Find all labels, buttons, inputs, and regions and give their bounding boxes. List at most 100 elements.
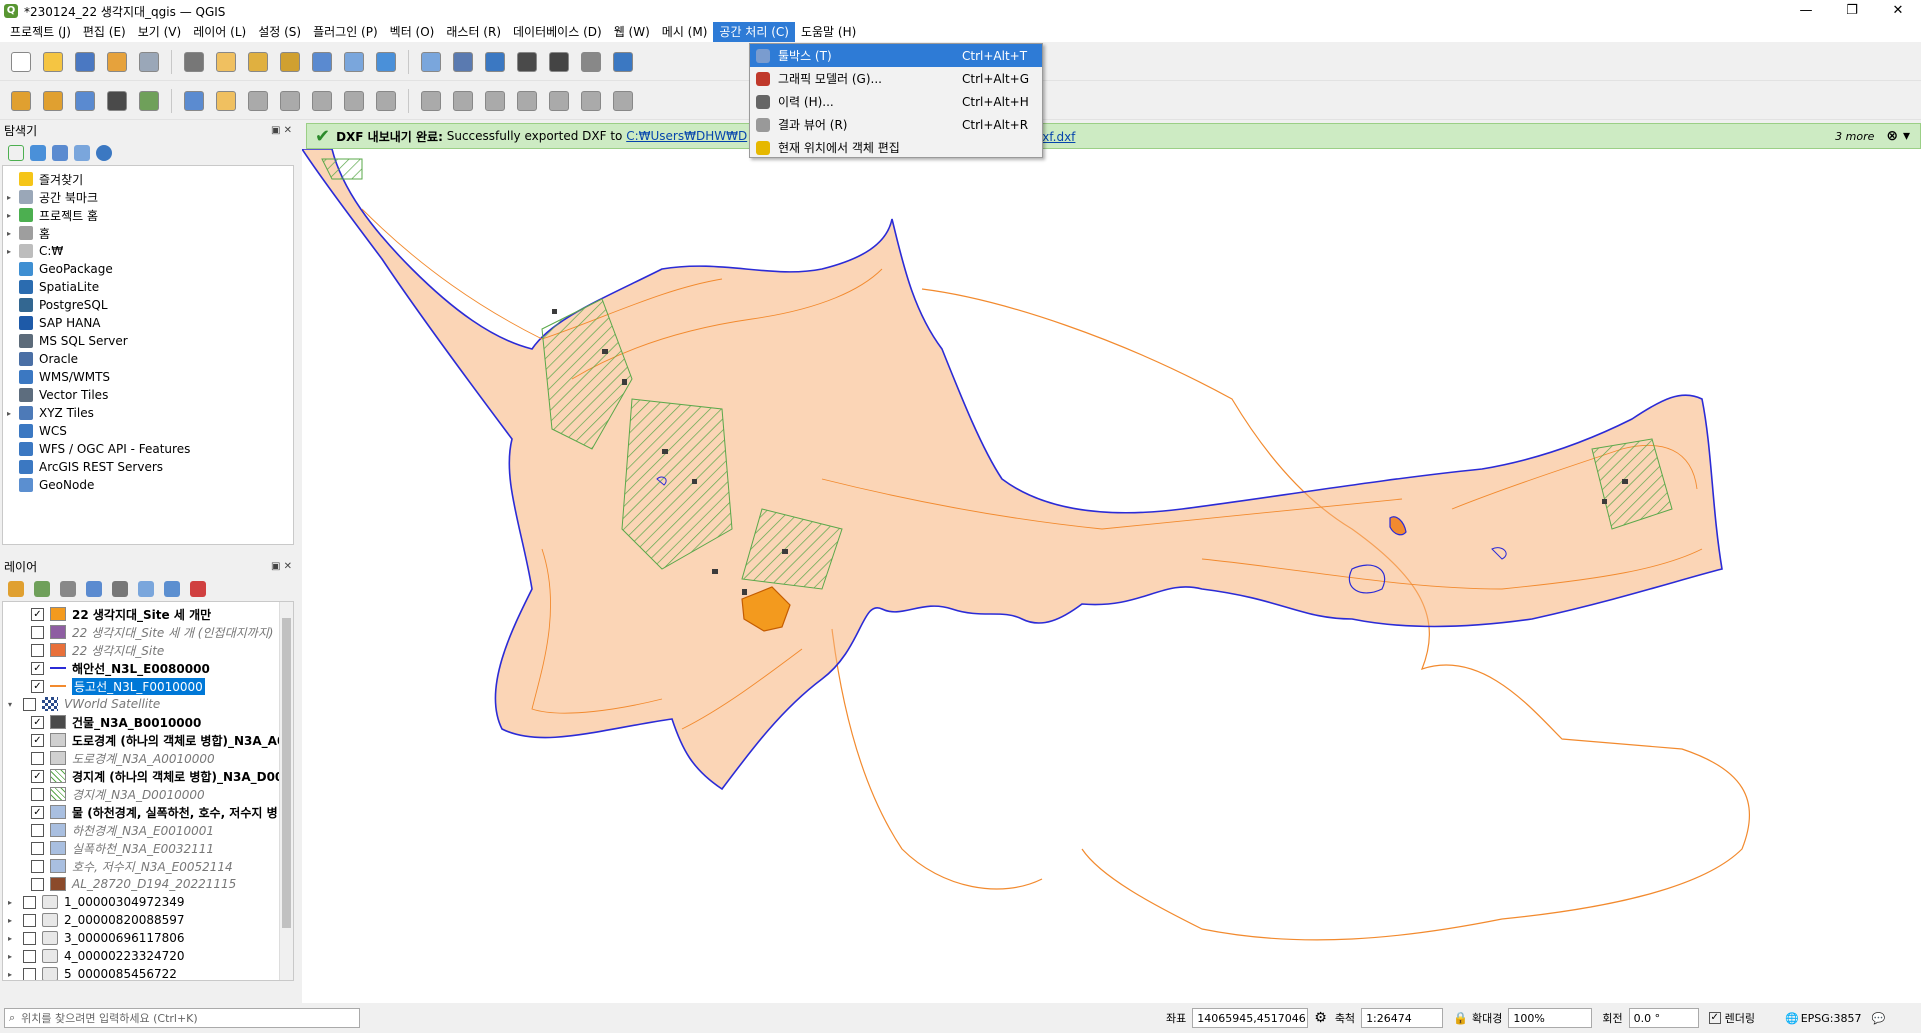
layer-visibility-checkbox[interactable] [23, 697, 36, 711]
browser-item[interactable]: ▸ C:₩ [3, 242, 293, 260]
layer-item[interactable]: 호수, 저수지_N3A_E0052114 [3, 857, 293, 875]
coord-field[interactable]: 14065945,4517046 [1192, 1008, 1309, 1028]
style-manager-icon[interactable] [181, 49, 207, 75]
undo-icon[interactable] [546, 88, 572, 114]
layer-visibility-checkbox[interactable] [31, 625, 44, 639]
layer-visibility-checkbox[interactable]: ✓ [31, 805, 44, 819]
layer-visibility-checkbox[interactable]: ✓ [31, 661, 44, 675]
add-csv-icon[interactable] [72, 88, 98, 114]
processing-menu-item[interactable]: 툴박스 (T) Ctrl+Alt+T [750, 44, 1042, 67]
info-icon[interactable] [96, 145, 112, 161]
edit-icon[interactable] [277, 88, 303, 114]
add-selected-icon[interactable] [8, 145, 24, 161]
menu-item[interactable]: 공간 처리 (C) [713, 22, 795, 42]
layer-item[interactable]: 하천경계_N3A_E0010001 [3, 821, 293, 839]
layer-visibility-checkbox[interactable] [31, 643, 44, 657]
zoom-to-selection-icon[interactable] [373, 49, 399, 75]
layer-item[interactable]: 실폭하천_N3A_E0032111 [3, 839, 293, 857]
minimize-button[interactable]: — [1783, 0, 1829, 22]
more-messages[interactable]: 3 more [1835, 130, 1874, 143]
rotation-spinbox[interactable]: 0.0 ° [1628, 1008, 1699, 1028]
layer-visibility-checkbox[interactable]: ✓ [31, 769, 44, 783]
filter-expression-icon[interactable] [112, 581, 128, 597]
paste-icon[interactable] [514, 88, 540, 114]
browser-item[interactable]: PostgreSQL [3, 296, 293, 314]
zoom-last-icon[interactable] [482, 49, 508, 75]
browser-item[interactable]: WFS / OGC API - Features [3, 440, 293, 458]
browser-item[interactable]: ArcGIS REST Servers [3, 458, 293, 476]
delete-icon[interactable] [418, 88, 444, 114]
menu-item[interactable]: 설정 (S) [252, 22, 307, 42]
lock-scale-icon[interactable]: 🔒 [1453, 1011, 1468, 1025]
layer-visibility-checkbox[interactable]: ✓ [31, 733, 44, 747]
browser-item[interactable]: ▸ XYZ Tiles [3, 404, 293, 422]
add-spatialite-icon[interactable] [104, 88, 130, 114]
add-wms-icon[interactable] [181, 88, 207, 114]
expand-arrow-icon[interactable]: ▸ [3, 409, 15, 418]
label-icon[interactable] [610, 88, 636, 114]
menu-item[interactable]: 편집 (E) [77, 22, 132, 42]
browser-item[interactable]: GeoNode [3, 476, 293, 494]
menu-item[interactable]: 래스터 (R) [440, 22, 507, 42]
expand-arrow-icon[interactable]: ▸ [3, 898, 17, 907]
scrollbar-thumb[interactable] [282, 618, 291, 928]
layer-visibility-checkbox[interactable] [23, 967, 36, 980]
map-canvas[interactable] [302, 149, 1921, 1003]
pan-to-selection-icon[interactable] [245, 49, 271, 75]
collapse-all-icon[interactable] [74, 145, 90, 161]
browser-item[interactable]: WCS [3, 422, 293, 440]
layer-item[interactable]: ▸ 4_00000223324720 [3, 947, 293, 965]
layer-visibility-checkbox[interactable] [23, 949, 36, 963]
layer-visibility-checkbox[interactable] [31, 859, 44, 873]
layer-item[interactable]: ✓ 경지계 (하나의 객체로 병합)_N3A_D001 [3, 767, 293, 785]
crs-globe-icon[interactable]: 🌐 [1785, 1012, 1799, 1025]
collapse-all-icon[interactable] [164, 581, 180, 597]
layer-item[interactable]: ▸ 3_00000696117806 [3, 929, 293, 947]
layer-visibility-checkbox[interactable] [31, 823, 44, 837]
expand-arrow-icon[interactable]: ▸ [3, 916, 17, 925]
toggle-extents-icon[interactable]: ⚙ [1314, 1010, 1327, 1026]
new-layer-icon[interactable] [213, 88, 239, 114]
layer-visibility-checkbox[interactable]: ✓ [31, 607, 44, 621]
add-group-icon[interactable] [34, 581, 50, 597]
browser-item[interactable]: Oracle [3, 350, 293, 368]
locator-search-input[interactable]: ⌕ 위치를 찾으려면 입력하세요 (Ctrl+K) [4, 1008, 360, 1028]
expand-arrow-icon[interactable]: ▸ [3, 247, 15, 256]
layer-item[interactable]: ▸ 5_0000085456722 [3, 965, 293, 980]
save-edits-icon[interactable] [309, 88, 335, 114]
zoom-native-icon[interactable] [450, 49, 476, 75]
filter-legend-icon[interactable] [86, 581, 102, 597]
processing-menu-item[interactable]: 이력 (H)... Ctrl+Alt+H [750, 90, 1042, 113]
browser-item[interactable]: MS SQL Server [3, 332, 293, 350]
maximize-button[interactable]: ❐ [1829, 0, 1875, 22]
new-map-view-icon[interactable] [546, 49, 572, 75]
layer-item[interactable]: ✓ 등고선_N3L_F0010000 [3, 677, 293, 695]
panel-float-close-icon[interactable]: ▣ ✕ [271, 557, 296, 577]
browser-item[interactable]: Vector Tiles [3, 386, 293, 404]
layer-item[interactable]: AL_28720_D194_20221115 [3, 875, 293, 893]
expand-arrow-icon[interactable]: ▸ [3, 229, 15, 238]
layer-visibility-checkbox[interactable]: ✓ [31, 679, 44, 693]
menu-item[interactable]: 웹 (W) [608, 22, 656, 42]
close-message-icon[interactable]: ⊗ ▾ [1886, 128, 1910, 144]
expand-all-icon[interactable] [138, 581, 154, 597]
layer-item[interactable]: ✓ 해안선_N3L_E0080000 [3, 659, 293, 677]
layer-item[interactable]: 22 생각지대_Site 세 개 (인접대지까지) [3, 623, 293, 641]
browser-item[interactable]: WMS/WMTS [3, 368, 293, 386]
digitize-icon[interactable] [245, 88, 271, 114]
menu-item[interactable]: 데이터베이스 (D) [507, 22, 608, 42]
layer-visibility-checkbox[interactable] [23, 931, 36, 945]
add-vector-icon[interactable] [8, 88, 34, 114]
new-3d-view-icon[interactable] [578, 49, 604, 75]
open-project-icon[interactable] [40, 49, 66, 75]
expand-arrow-icon[interactable]: ▸ [3, 934, 17, 943]
message-link[interactable]: C:₩Users₩DHW₩D [626, 129, 747, 143]
expand-arrow-icon[interactable]: ▸ [3, 970, 17, 979]
close-button[interactable]: ✕ [1875, 0, 1921, 22]
pan-icon[interactable] [213, 49, 239, 75]
visibility-icon[interactable] [60, 581, 76, 597]
processing-menu-item[interactable]: 결과 뷰어 (R) Ctrl+Alt+R [750, 113, 1042, 136]
map-svg[interactable] [302, 149, 1921, 1003]
layer-visibility-checkbox[interactable] [31, 751, 44, 765]
zoom-to-layer-icon[interactable] [418, 49, 444, 75]
